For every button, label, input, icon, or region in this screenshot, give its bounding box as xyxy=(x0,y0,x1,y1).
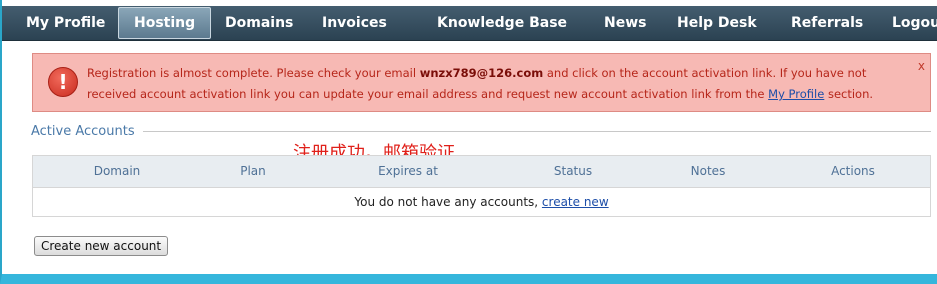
nav-knowledge-base[interactable]: Knowledge Base xyxy=(437,6,567,40)
close-icon[interactable]: x xyxy=(918,59,925,73)
column-notes[interactable]: Notes xyxy=(673,156,743,187)
create-new-link[interactable]: create new xyxy=(542,195,609,209)
top-navigation: My Profile Hosting Domains Invoices Know… xyxy=(2,6,937,41)
empty-state-row: You do not have any accounts, create new xyxy=(354,195,609,209)
alert-email: wnzx789@126.com xyxy=(419,66,544,80)
nav-logout[interactable]: Logout xyxy=(892,6,937,40)
nav-referrals[interactable]: Referrals xyxy=(791,6,863,40)
table-header: Domain Plan Expires at Status Notes Acti… xyxy=(33,156,930,188)
nav-domains[interactable]: Domains xyxy=(225,6,293,40)
nav-invoices[interactable]: Invoices xyxy=(322,6,387,40)
my-profile-link[interactable]: My Profile xyxy=(768,87,824,101)
nav-help-desk[interactable]: Help Desk xyxy=(677,6,757,40)
exclamation-icon: ! xyxy=(48,67,78,97)
column-actions[interactable]: Actions xyxy=(818,156,888,187)
column-domain[interactable]: Domain xyxy=(73,156,161,187)
column-plan[interactable]: Plan xyxy=(223,156,283,187)
nav-my-profile[interactable]: My Profile xyxy=(26,6,105,40)
create-account-button[interactable]: Create new account xyxy=(34,236,169,256)
accounts-table: Domain Plan Expires at Status Notes Acti… xyxy=(32,155,931,217)
nav-hosting[interactable]: Hosting xyxy=(118,7,212,39)
section-title: Active Accounts xyxy=(31,124,143,139)
nav-news[interactable]: News xyxy=(604,6,646,40)
column-expires-at[interactable]: Expires at xyxy=(353,156,463,187)
alert-message: Registration is almost complete. Please … xyxy=(87,66,874,101)
column-status[interactable]: Status xyxy=(533,156,613,187)
section-divider xyxy=(31,131,931,132)
activation-alert: ! Registration is almost complete. Pleas… xyxy=(32,53,931,112)
